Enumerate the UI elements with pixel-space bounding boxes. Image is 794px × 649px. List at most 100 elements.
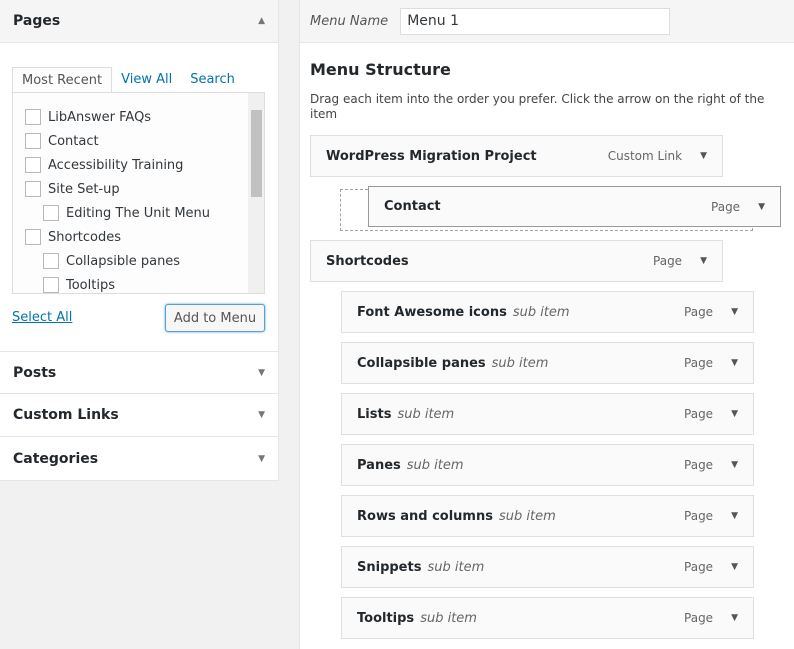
page-checklist-item[interactable]: Contact xyxy=(25,133,99,149)
add-to-menu-button[interactable]: Add to Menu xyxy=(165,304,265,332)
page-label: Tooltips xyxy=(66,277,115,293)
sub-item-label: sub item xyxy=(406,457,464,473)
menu-item-title: Shortcodes xyxy=(326,253,409,269)
menu-item[interactable]: Panes sub item Page ▼ xyxy=(341,444,754,486)
menu-item[interactable]: Shortcodes Page ▼ xyxy=(310,240,723,282)
add-menu-items-panel: Pages ▲ Most Recent View All Search LibAn… xyxy=(0,0,279,481)
page-checklist-item[interactable]: LibAnswer FAQs xyxy=(25,109,151,125)
expand-arrow-icon[interactable]: ▼ xyxy=(731,613,738,623)
expand-arrow-icon[interactable]: ▼ xyxy=(731,562,738,572)
menu-item-title: Contact xyxy=(384,199,441,214)
expand-arrow-icon[interactable]: ▼ xyxy=(758,202,765,212)
menu-editor: Menu Name Menu Structure Drag each item … xyxy=(299,0,794,649)
page-label: Site Set-up xyxy=(48,181,120,197)
expand-arrow-icon[interactable]: ▼ xyxy=(731,409,738,419)
checkbox[interactable] xyxy=(25,229,41,245)
menu-item-title: Rows and columns sub item xyxy=(357,508,556,524)
menu-item-title: Tooltips sub item xyxy=(357,610,477,626)
menu-name-label: Menu Name xyxy=(310,13,389,29)
sub-item-label: sub item xyxy=(491,355,549,371)
page-checklist-item[interactable]: Site Set-up xyxy=(25,181,120,197)
menu-item-type: Page xyxy=(684,407,714,421)
menu-item-type: Page xyxy=(684,458,714,472)
expand-arrow-icon[interactable]: ▼ xyxy=(731,460,738,470)
collapse-arrow-icon[interactable]: ▲ xyxy=(258,16,265,26)
menu-name-input[interactable] xyxy=(400,7,671,35)
menu-item-type: Page xyxy=(684,611,714,625)
menu-item-title: Panes sub item xyxy=(357,457,464,473)
page-label: Shortcodes xyxy=(48,229,122,245)
menu-item-type: Page xyxy=(653,254,683,268)
expand-arrow-icon[interactable]: ▼ xyxy=(258,454,265,464)
pages-tabs: Most Recent View All Search xyxy=(12,67,244,94)
section-title: Custom Links xyxy=(13,407,119,423)
expand-arrow-icon[interactable]: ▼ xyxy=(258,410,265,420)
menu-item[interactable]: Tooltips sub item Page ▼ xyxy=(341,597,754,639)
page-checklist-item[interactable]: Collapsible panes xyxy=(43,253,180,269)
checkbox[interactable] xyxy=(43,253,59,269)
section-title: Categories xyxy=(13,450,99,467)
menu-item-title: Collapsible panes sub item xyxy=(357,355,549,371)
expand-arrow-icon[interactable]: ▼ xyxy=(731,511,738,521)
menu-item-type: Custom Link xyxy=(607,149,683,163)
scrollbar-thumb[interactable] xyxy=(251,110,262,197)
checkbox[interactable] xyxy=(43,277,59,293)
menu-item[interactable]: Collapsible panes sub item Page ▼ xyxy=(341,342,754,384)
pages-title: Pages xyxy=(13,13,61,29)
expand-arrow-icon[interactable]: ▼ xyxy=(700,256,707,266)
expand-arrow-icon[interactable]: ▼ xyxy=(731,358,738,368)
expand-arrow-icon[interactable]: ▼ xyxy=(700,151,707,161)
menu-item-type: Page xyxy=(684,509,714,523)
menu-item[interactable]: Contact Page ▼ xyxy=(368,186,781,227)
page-checklist-item[interactable]: Tooltips xyxy=(43,277,115,293)
checkbox[interactable] xyxy=(25,109,41,125)
menu-item[interactable]: Lists sub item Page ▼ xyxy=(341,393,754,435)
checkbox[interactable] xyxy=(25,133,41,149)
menu-item-title: Snippets sub item xyxy=(357,559,485,575)
tab-most-recent[interactable]: Most Recent xyxy=(12,67,113,94)
page-checklist-item[interactable]: Accessibility Training xyxy=(25,157,183,173)
page-label: Collapsible panes xyxy=(66,253,181,269)
page-checklist-item[interactable]: Editing The Unit Menu xyxy=(43,205,210,221)
menu-item[interactable]: Rows and columns sub item Page ▼ xyxy=(341,495,754,537)
categories-section[interactable]: Categories ▼ xyxy=(0,437,278,480)
tab-search[interactable]: Search xyxy=(181,67,244,94)
tab-view-all[interactable]: View All xyxy=(112,67,181,94)
page-label: Editing The Unit Menu xyxy=(66,205,211,221)
sub-item-label: sub item xyxy=(512,304,570,320)
menu-item-type: Page xyxy=(684,560,714,574)
page-label: Contact xyxy=(48,133,99,149)
pages-checklist: LibAnswer FAQs Contact Accessibility Train… xyxy=(12,92,265,294)
menu-item[interactable]: Snippets sub item Page ▼ xyxy=(341,546,754,588)
select-all-link[interactable]: Select All xyxy=(12,310,72,325)
menu-item-type: Page xyxy=(684,305,714,319)
posts-section[interactable]: Posts ▼ xyxy=(0,351,278,394)
menu-item-title: Font Awesome icons sub item xyxy=(357,304,570,320)
expand-arrow-icon[interactable]: ▼ xyxy=(731,307,738,317)
menu-item[interactable]: Font Awesome icons sub item Page ▼ xyxy=(341,291,754,333)
menu-item-title: WordPress Migration Project xyxy=(326,148,537,164)
menu-item-title: Lists sub item xyxy=(357,406,455,422)
checkbox[interactable] xyxy=(25,181,41,197)
page-label: Accessibility Training xyxy=(48,157,184,173)
expand-arrow-icon[interactable]: ▼ xyxy=(258,368,265,378)
sub-item-label: sub item xyxy=(498,508,556,524)
menu-structure-description: Drag each item into the order you prefer… xyxy=(310,92,765,121)
page-label: LibAnswer FAQs xyxy=(48,109,152,125)
pages-body: Most Recent View All Search LibAnswer FA… xyxy=(0,43,278,351)
sub-item-label: sub item xyxy=(397,406,455,422)
page-checklist-item[interactable]: Shortcodes xyxy=(25,229,121,245)
sub-item-label: sub item xyxy=(420,610,477,626)
checkbox[interactable] xyxy=(25,157,41,173)
sub-item-label: sub item xyxy=(427,559,485,575)
section-title: Posts xyxy=(13,364,57,381)
menu-name-bar: Menu Name xyxy=(300,0,794,43)
checkbox[interactable] xyxy=(43,205,59,221)
menu-item-type: Page xyxy=(684,356,714,370)
pages-section-header[interactable]: Pages ▲ xyxy=(0,0,278,43)
custom-links-section[interactable]: Custom Links ▼ xyxy=(0,394,278,437)
menu-structure-title: Menu Structure xyxy=(310,60,451,79)
menu-item[interactable]: WordPress Migration Project Custom Link ▼ xyxy=(310,135,723,177)
scrollbar[interactable] xyxy=(248,93,264,293)
menu-item-type: Page xyxy=(711,199,741,214)
